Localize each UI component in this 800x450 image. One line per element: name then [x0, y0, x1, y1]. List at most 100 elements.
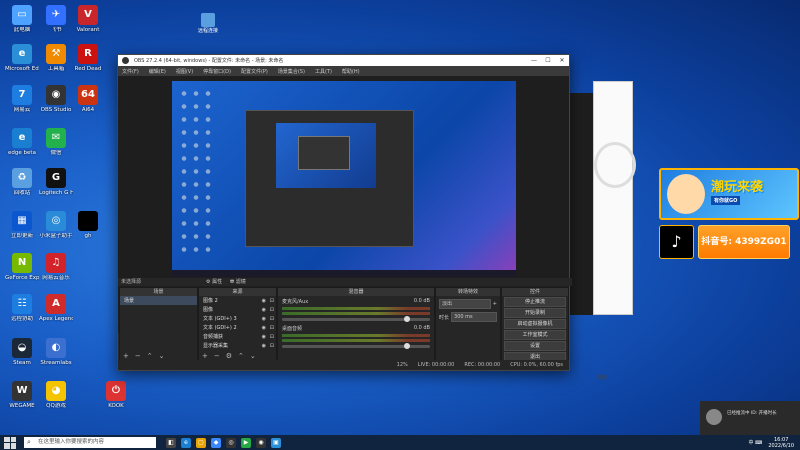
eye-icon[interactable]: ◉ [262, 325, 266, 331]
taskbar-app-icon[interactable]: ▶ [241, 437, 251, 448]
desktop-icon[interactable]: ◉ OBS Studio [39, 85, 73, 113]
desktop-icon[interactable]: R Red Dead [71, 44, 105, 72]
volume-slider[interactable] [282, 343, 430, 349]
source-item[interactable]: 文本 (GDI+) 2 ◉ ⊡ [199, 323, 276, 332]
clock[interactable]: 16:07 2022/6/10 [768, 437, 794, 449]
desktop-icon[interactable]: W WEGAME [5, 381, 39, 409]
desktop-icon[interactable]: 64 Ai64 [71, 85, 105, 113]
close-button[interactable]: ✕ [555, 55, 569, 66]
desktop-icon[interactable]: ⏻ KOOK [99, 381, 133, 409]
desktop-icon[interactable]: V Valorant [71, 5, 105, 33]
transition-select[interactable]: 淡出 [439, 299, 491, 309]
source-item[interactable]: 显示器采集 ◉ ⊡ [199, 341, 276, 350]
lock-icon[interactable]: ⊡ [270, 334, 274, 340]
eye-icon[interactable]: ◉ [262, 298, 266, 304]
up-icon[interactable]: ⌃ [238, 352, 244, 360]
transitions-dock-title: 转场特效 [436, 288, 500, 296]
desktop-icon[interactable]: gh [71, 211, 105, 239]
desktop-icon[interactable]: ▭ 此电脑 [5, 5, 39, 33]
desktop-icon[interactable]: G Logitech G HUB [39, 168, 73, 196]
down-icon[interactable]: ⌄ [250, 352, 256, 360]
desktop-icon[interactable]: ✈ 飞书 [39, 5, 73, 33]
desktop-icon[interactable]: ◐ Streamlabs [39, 338, 73, 366]
taskbar-app-icon[interactable]: e [181, 437, 191, 448]
duration-input[interactable]: 300 ms [451, 312, 497, 322]
remove-icon[interactable]: − [135, 352, 141, 360]
lock-icon[interactable]: ⊡ [270, 343, 274, 349]
start-button[interactable] [4, 436, 16, 449]
menu-file[interactable]: 文件(F) [122, 68, 139, 75]
background-window-dark[interactable] [569, 93, 594, 315]
taskbar-app-icon[interactable]: ▢ [196, 437, 206, 448]
taskbar-app-icon[interactable]: ◆ [211, 437, 221, 448]
remove-icon[interactable]: − [214, 352, 220, 360]
slider-handle[interactable] [404, 343, 410, 349]
obs-titlebar[interactable]: OBS 27.2.4 (64-bit, windows) - 配置文件: 未命名… [118, 55, 569, 66]
menu-view[interactable]: 视图(V) [176, 68, 193, 75]
lock-icon[interactable]: ⊡ [270, 316, 274, 322]
desktop-icon[interactable]: ⚒ 工具箱 [39, 44, 73, 72]
obs-window[interactable]: OBS 27.2.4 (64-bit, windows) - 配置文件: 未命名… [117, 54, 572, 371]
scene-item[interactable]: 场景 [120, 296, 197, 305]
notification-toast[interactable]: 已经推流中 ID: 开播时长 [700, 401, 800, 435]
desktop-icon[interactable]: N GeForce Experience [5, 253, 39, 281]
source-item[interactable]: 图像 ◉ ⊡ [199, 305, 276, 314]
source-item[interactable]: 文本 (GDI+) 3 ◉ ⊡ [199, 314, 276, 323]
properties-button[interactable]: ⚙ 属性 [206, 278, 222, 286]
menu-docks[interactable]: 停靠窗口(D) [203, 68, 231, 75]
background-window-light[interactable]: 确定 [593, 81, 636, 381]
taskbar-app-icon[interactable]: ▣ [271, 437, 281, 448]
desktop-icon[interactable]: e Microsoft Edge [5, 44, 39, 72]
desktop-icon[interactable]: e edge beta [5, 128, 39, 156]
input-method[interactable]: 中 ⌨ [749, 439, 763, 446]
lock-icon[interactable]: ⊡ [270, 298, 274, 304]
menu-edit[interactable]: 编辑(E) [149, 68, 166, 75]
taskbar-search[interactable]: 在这里输入你要搜索的内容 [24, 437, 156, 448]
control-button[interactable]: 停止推流 [504, 297, 566, 307]
control-button[interactable]: 设置 [504, 341, 566, 351]
add-icon[interactable]: + [493, 301, 497, 307]
taskbar-app-icon[interactable]: ◧ [166, 437, 176, 448]
menu-help[interactable]: 帮助(H) [342, 68, 360, 75]
desktop-icon[interactable]: 7 网易云 [5, 85, 39, 113]
desktop-icon[interactable]: ♻ 回收站 [5, 168, 39, 196]
add-icon[interactable]: + [123, 352, 129, 360]
desktop-icon[interactable]: ✉ 微信 [39, 128, 73, 156]
maximize-button[interactable]: ☐ [541, 55, 555, 66]
slider-handle[interactable] [404, 316, 410, 322]
desktop-icon[interactable]: A Apex Legends [39, 294, 73, 322]
taskbar-app-icon[interactable]: ◎ [226, 437, 236, 448]
eye-icon[interactable]: ◉ [262, 343, 266, 349]
taskbar-app-icon[interactable]: ◉ [256, 437, 266, 448]
add-icon[interactable]: + [202, 352, 208, 360]
minimize-button[interactable]: — [527, 55, 541, 66]
desktop-icon[interactable]: ♫ 网易云音乐 [39, 253, 73, 281]
source-item[interactable]: 音频捕获 ◉ ⊡ [199, 332, 276, 341]
eye-icon[interactable]: ◉ [262, 307, 266, 313]
desktop-icon[interactable]: ☷ 远程协助 [5, 294, 39, 322]
eye-icon[interactable]: ◉ [262, 316, 266, 322]
down-icon[interactable]: ⌄ [159, 352, 165, 360]
menu-tools[interactable]: 工具(T) [315, 68, 332, 75]
ok-label[interactable]: 确定 [598, 374, 608, 381]
desktop-icon[interactable]: ◎ 小米盒子助手 [39, 211, 73, 239]
up-icon[interactable]: ⌃ [147, 352, 153, 360]
eye-icon[interactable]: ◉ [262, 334, 266, 340]
control-button[interactable]: 工作室模式 [504, 330, 566, 340]
desktop-icon[interactable]: ◕ QQ游戏 [39, 381, 73, 409]
menu-scene-collection[interactable]: 场景集合(S) [278, 68, 305, 75]
volume-slider[interactable] [282, 316, 430, 322]
menu-profile[interactable]: 配置文件(P) [241, 68, 268, 75]
desktop-icon[interactable]: ◒ Steam [5, 338, 39, 366]
desktop-icon-remote[interactable]: 远程连接 [196, 13, 220, 34]
app-icon: ✉ [46, 128, 66, 148]
desktop-icon[interactable]: ▦ 立即更新 [5, 211, 39, 239]
gear-icon[interactable]: ⚙ [226, 352, 232, 360]
filters-button[interactable]: ⛃ 滤镜 [230, 278, 246, 286]
control-button[interactable]: 启动虚拟摄像机 [504, 319, 566, 329]
source-item[interactable]: 图像 2 ◉ ⊡ [199, 296, 276, 305]
lock-icon[interactable]: ⊡ [270, 307, 274, 313]
control-button[interactable]: 开始录制 [504, 308, 566, 318]
lock-icon[interactable]: ⊡ [270, 325, 274, 331]
desktop-icon-label: edge beta [8, 150, 36, 156]
